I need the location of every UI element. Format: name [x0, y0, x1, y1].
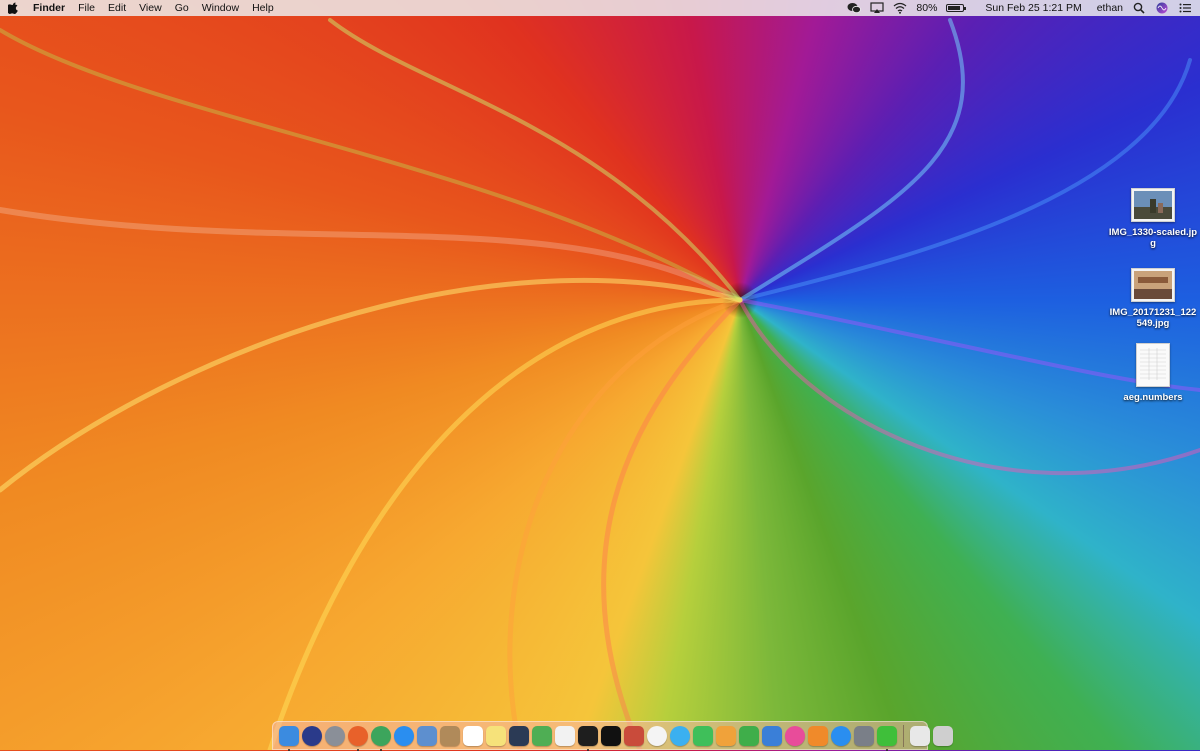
app-store-icon[interactable] — [831, 725, 851, 746]
reminders-icon[interactable] — [555, 725, 575, 746]
dock — [272, 721, 953, 751]
desktop-file-aeg-numbers[interactable]: aeg.numbers — [1108, 343, 1198, 403]
ibooks-icon[interactable] — [808, 725, 828, 746]
notification-center-icon[interactable] — [1178, 2, 1192, 14]
xcode-instruments-icon[interactable] — [509, 725, 529, 746]
itunes-icon[interactable] — [785, 725, 805, 746]
image-thumbnail-icon — [1131, 268, 1175, 302]
safari-icon[interactable] — [394, 725, 414, 746]
menu-go[interactable]: Go — [175, 2, 189, 14]
numbers-icon[interactable] — [739, 725, 759, 746]
wechat-icon[interactable] — [847, 2, 862, 14]
desktop-file-label: IMG_1330-scaled.jpg — [1108, 227, 1198, 249]
pages-icon[interactable] — [716, 725, 736, 746]
desktop-file-label: IMG_20171231_122549.jpg — [1109, 307, 1197, 329]
desktop-wallpaper — [0, 18, 1200, 750]
facetime-icon[interactable] — [693, 725, 713, 746]
chrome-icon[interactable] — [371, 725, 391, 751]
menu-edit[interactable]: Edit — [108, 2, 126, 14]
siri-icon[interactable] — [302, 725, 322, 746]
maps-icon[interactable] — [532, 725, 552, 746]
menu-app-name[interactable]: Finder — [33, 2, 65, 14]
desktop-file-img-20171231[interactable]: IMG_20171231_122549.jpg — [1108, 268, 1198, 329]
trash-icon[interactable] — [933, 725, 953, 746]
keynote-icon[interactable] — [762, 725, 782, 746]
wechat-icon[interactable] — [877, 725, 897, 751]
intellij-icon[interactable] — [601, 725, 621, 746]
wifi-icon[interactable] — [893, 2, 907, 14]
numbers-document-icon — [1136, 343, 1170, 387]
photos-icon[interactable] — [647, 725, 667, 746]
battery-percent[interactable]: 80% — [916, 2, 937, 14]
desktop-file-label: aeg.numbers — [1123, 392, 1183, 403]
firefox-icon[interactable] — [348, 725, 368, 751]
system-preferences-icon[interactable] — [854, 725, 874, 746]
dock-separator — [903, 724, 904, 747]
photo-booth-icon[interactable] — [624, 725, 644, 746]
battery-level — [948, 6, 960, 10]
contacts-icon[interactable] — [440, 725, 460, 746]
messages-icon[interactable] — [670, 725, 690, 746]
menu-file[interactable]: File — [78, 2, 95, 14]
siri-icon[interactable] — [1155, 2, 1169, 14]
search-icon[interactable] — [1132, 2, 1146, 14]
preview-icon[interactable] — [417, 725, 437, 746]
menu-view[interactable]: View — [139, 2, 162, 14]
menu-window[interactable]: Window — [202, 2, 239, 14]
downloads-stack-icon[interactable] — [910, 725, 930, 746]
image-thumbnail-icon — [1131, 188, 1175, 222]
terminal-icon[interactable] — [578, 725, 598, 751]
menu-bar: Finder File Edit View Go Window Help 80%… — [0, 0, 1200, 16]
menu-clock[interactable]: Sun Feb 25 1:21 PM — [985, 2, 1081, 14]
launchpad-icon[interactable] — [325, 725, 345, 746]
desktop-file-img-1330[interactable]: IMG_1330-scaled.jpg — [1108, 188, 1198, 249]
airplay-icon[interactable] — [870, 2, 884, 14]
notes-icon[interactable] — [486, 725, 506, 746]
finder-icon[interactable] — [279, 725, 299, 751]
calendar-icon[interactable] — [463, 725, 483, 746]
battery-icon[interactable] — [946, 4, 967, 12]
apple-menu-icon[interactable] — [6, 2, 19, 15]
menu-help[interactable]: Help — [252, 2, 274, 14]
menu-user[interactable]: ethan — [1097, 2, 1123, 14]
